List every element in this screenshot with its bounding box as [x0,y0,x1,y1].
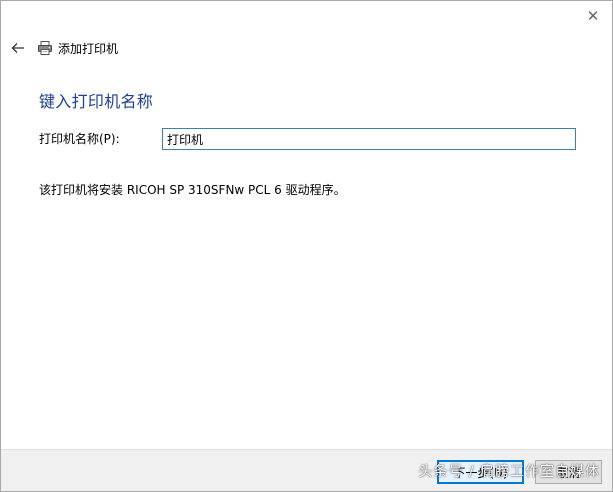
printer-icon [38,41,52,55]
printer-name-label: 打印机名称(P): [39,132,120,146]
driver-info-text: 该打印机将安装 RICOH SP 310SFNw PCL 6 驱动程序。 [39,183,346,197]
back-button[interactable] [9,38,27,58]
wizard-header: 添加打印机 [9,37,118,59]
printer-name-input[interactable] [162,128,576,150]
add-printer-dialog: ✕ 添加打印机 键入打印机名称 打印机名称(P): 该打印机将安装 RICOH … [0,0,613,492]
wizard-title: 添加打印机 [58,41,119,56]
watermark-text: 头条号 / 肩膀工作室自媒体 [418,464,600,480]
dialog-footer: 下一步(N) 取消 头条号 / 肩膀工作室自媒体 [1,449,612,491]
close-button[interactable]: ✕ [580,5,606,27]
back-arrow-icon [11,43,24,53]
close-icon: ✕ [586,7,600,25]
page-heading: 键入打印机名称 [39,92,154,111]
